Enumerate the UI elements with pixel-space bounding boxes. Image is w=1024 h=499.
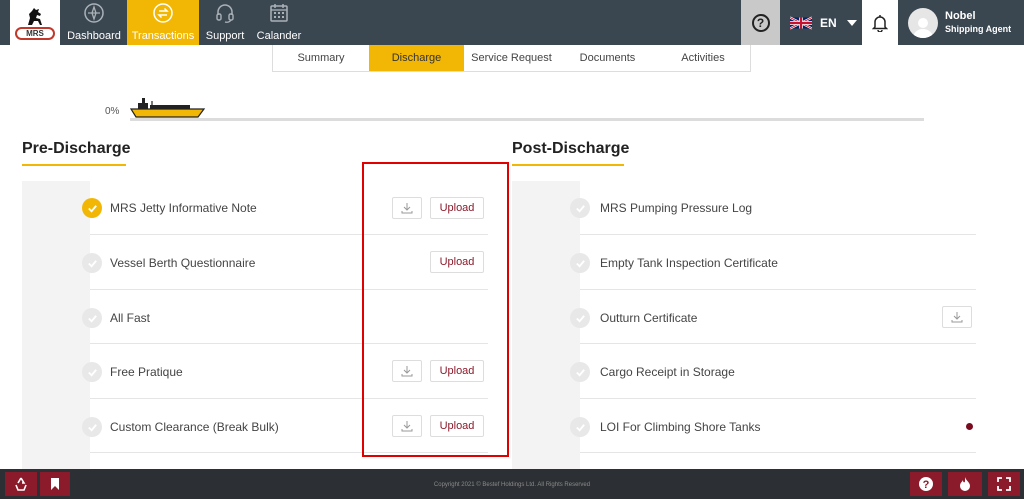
- user-menu[interactable]: Nobel Shipping Agent: [898, 0, 1024, 45]
- pre-discharge-rail: [22, 181, 90, 469]
- highlight-box: [362, 162, 509, 457]
- fire-icon: [960, 477, 970, 491]
- tab-summary[interactable]: Summary: [273, 45, 369, 71]
- doc-label: Vessel Berth Questionnaire: [110, 256, 256, 270]
- avatar: [908, 7, 938, 38]
- doc-label: All Fast: [110, 311, 151, 325]
- nav-transactions[interactable]: Transactions: [127, 0, 199, 45]
- fire-button[interactable]: [948, 472, 982, 496]
- logo-text: MRS: [15, 26, 55, 40]
- nav-transactions-label: Transactions: [131, 30, 195, 42]
- progress-percent: 0%: [105, 106, 120, 117]
- tab-documents[interactable]: Documents: [559, 45, 656, 71]
- user-name: Nobel: [945, 9, 976, 22]
- check-icon: [570, 417, 590, 437]
- doc-label: Empty Tank Inspection Certificate: [600, 256, 778, 270]
- nav-calendar[interactable]: Calander: [252, 0, 306, 45]
- check-icon: [82, 253, 102, 273]
- transaction-tabs: Summary Discharge Service Request Docume…: [272, 45, 751, 72]
- exchange-icon: [153, 3, 173, 23]
- brand-logo[interactable]: MRS: [10, 0, 60, 45]
- tab-service-request[interactable]: Service Request: [464, 45, 559, 71]
- nav-support[interactable]: Support: [200, 0, 250, 45]
- svg-text:?: ?: [923, 479, 930, 491]
- headset-icon: [216, 4, 234, 23]
- question-icon: ?: [751, 13, 770, 32]
- download-icon: [951, 312, 963, 323]
- check-icon: [82, 308, 102, 328]
- question-icon: ?: [919, 477, 933, 491]
- post-discharge-title: Post-Discharge: [512, 140, 630, 157]
- help-button[interactable]: ?: [741, 0, 780, 45]
- calendar-icon: [270, 4, 288, 22]
- nav-calendar-label: Calander: [256, 30, 302, 42]
- user-icon: [913, 17, 933, 38]
- doc-label: MRS Pumping Pressure Log: [600, 201, 753, 215]
- doc-label: Outturn Certificate: [600, 311, 698, 325]
- doc-label: Free Pratique: [110, 365, 183, 379]
- doc-label: LOI For Climbing Shore Tanks: [600, 420, 761, 434]
- tab-activities[interactable]: Activities: [656, 45, 750, 71]
- nav-dashboard-label: Dashboard: [67, 30, 121, 42]
- doc-label: Custom Clearance (Break Bulk): [110, 420, 279, 434]
- ship-icon: [129, 98, 206, 118]
- check-icon: [570, 198, 590, 218]
- download-button[interactable]: [942, 306, 972, 328]
- horse-logo-icon: [28, 7, 42, 25]
- notifications-button[interactable]: [862, 0, 898, 45]
- doc-label: Cargo Receipt in Storage: [600, 365, 735, 379]
- help-footer-button[interactable]: ?: [910, 472, 942, 496]
- doc-label: MRS Jetty Informative Note: [110, 201, 257, 215]
- check-icon: [570, 253, 590, 273]
- nav-dashboard[interactable]: Dashboard: [62, 0, 126, 45]
- user-role: Shipping Agent: [945, 23, 1012, 34]
- nav-support-label: Support: [205, 30, 245, 42]
- progress-track: [130, 118, 924, 121]
- compass-icon: [84, 3, 104, 23]
- pre-discharge-underline: [22, 164, 126, 166]
- status-dot: [966, 423, 973, 430]
- bell-icon: [872, 14, 888, 32]
- check-icon: [570, 308, 590, 328]
- language-label: EN: [820, 15, 837, 30]
- check-icon: [82, 362, 102, 382]
- chevron-down-icon: [846, 19, 857, 26]
- check-icon: [82, 198, 102, 218]
- pre-discharge-title: Pre-Discharge: [22, 140, 131, 157]
- fullscreen-button[interactable]: [988, 472, 1020, 496]
- copyright-text: Copyright 2021 © Bestef Holdings Ltd. Al…: [433, 482, 591, 488]
- expand-icon: [997, 477, 1011, 491]
- post-discharge-underline: [512, 164, 624, 166]
- uk-flag-icon: [790, 16, 812, 29]
- check-icon: [82, 417, 102, 437]
- tab-discharge[interactable]: Discharge: [369, 45, 464, 71]
- language-selector[interactable]: EN: [780, 0, 862, 45]
- check-icon: [570, 362, 590, 382]
